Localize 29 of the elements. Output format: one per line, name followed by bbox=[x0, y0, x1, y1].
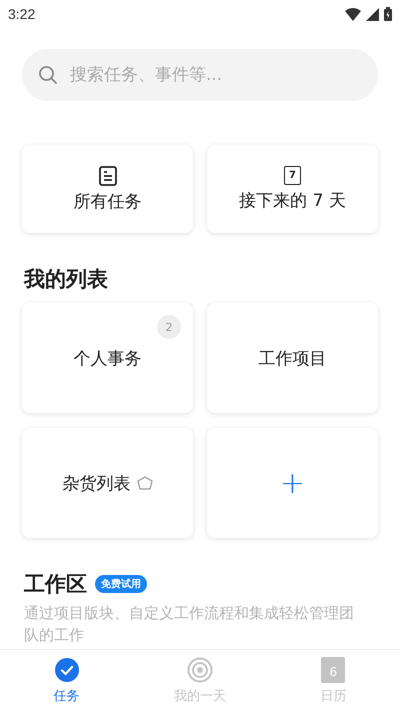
basket-icon bbox=[136, 476, 152, 490]
list-name: 工作项目 bbox=[258, 348, 326, 370]
target-icon bbox=[186, 656, 213, 682]
nav-tab[interactable]: 任务 bbox=[0, 650, 134, 711]
status-time: 3:22 bbox=[8, 6, 36, 22]
list-name: 杂货列表 bbox=[62, 472, 130, 494]
wifi-icon bbox=[345, 8, 361, 20]
list-card[interactable]: 个人事务 2 bbox=[22, 303, 193, 413]
add-list-button[interactable]: + bbox=[207, 428, 378, 538]
count-badge: 2 bbox=[157, 315, 181, 339]
list-card[interactable]: 杂货列表 bbox=[22, 428, 193, 538]
workspace-description: 通过项目版块、自定义工作流程和集成轻松管理团队的工作 bbox=[24, 603, 355, 646]
calendar-icon: 7 bbox=[284, 166, 301, 185]
card-label: 所有任务 bbox=[74, 190, 142, 212]
battery-icon bbox=[384, 7, 392, 21]
smart-list-card[interactable]: 7 接下来的 7 天 bbox=[207, 145, 378, 233]
list-name: 个人事务 bbox=[74, 348, 142, 370]
signal-icon bbox=[366, 8, 379, 20]
smart-list-card[interactable]: 所有任务 bbox=[22, 145, 193, 233]
search-icon bbox=[38, 65, 58, 85]
check-icon bbox=[54, 656, 80, 682]
section-title: 我的列表 bbox=[24, 266, 109, 293]
search-field[interactable]: 搜索任务、事件等... bbox=[22, 49, 378, 101]
list-card[interactable]: 工作项目 bbox=[207, 303, 378, 413]
card-label: 接下来的 7 天 bbox=[239, 190, 346, 212]
calendar-icon: 6 bbox=[321, 656, 346, 682]
list-icon bbox=[98, 166, 116, 186]
trial-badge: 免费试用 bbox=[95, 575, 147, 593]
section-title: 工作区 bbox=[24, 571, 87, 598]
